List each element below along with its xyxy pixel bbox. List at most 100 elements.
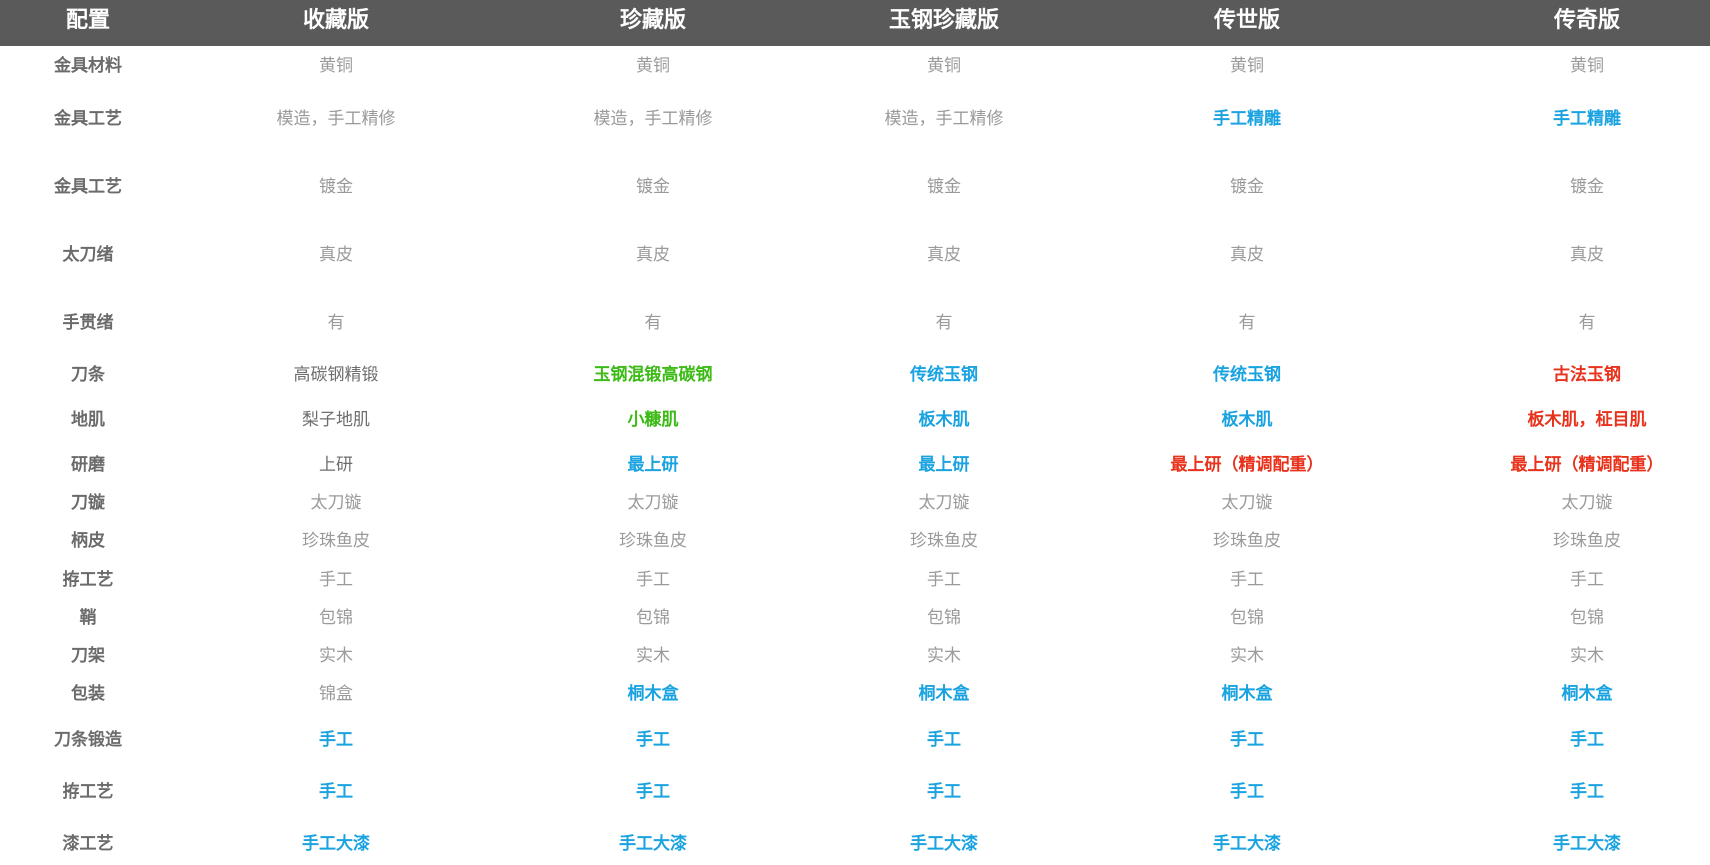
table-cell: 玉钢混锻高碳钢 xyxy=(593,365,713,385)
header-collector-edition: 收藏版 xyxy=(302,8,369,33)
table-cell: 有 xyxy=(327,313,345,333)
table-cell: 传统玉钢 xyxy=(910,365,978,385)
table-cell: 包锦 xyxy=(1570,608,1604,628)
table-row: 拵工艺 手工 手工 手工 手工 手工 xyxy=(0,568,1710,592)
table-cell: 桐木盒 xyxy=(1221,684,1273,704)
row-label: 漆工艺 xyxy=(62,834,114,854)
table-row: 太刀绪 真皮 真皮 真皮 真皮 真皮 xyxy=(0,243,1710,267)
table-cell: 小糠肌 xyxy=(627,410,679,430)
table-cell: 手工 xyxy=(319,730,353,750)
table-cell: 镀金 xyxy=(319,177,353,197)
table-cell: 珍珠鱼皮 xyxy=(302,531,370,551)
table-cell: 手工 xyxy=(927,730,961,750)
table-cell: 手工 xyxy=(1230,730,1264,750)
table-cell: 黄铜 xyxy=(636,56,670,76)
row-label: 刀条 xyxy=(71,365,105,385)
table-cell: 桐木盒 xyxy=(627,684,679,704)
row-label: 鞘 xyxy=(79,608,97,628)
table-cell: 板木肌 xyxy=(1221,410,1273,430)
table-cell: 最上研 xyxy=(918,455,970,475)
table-cell: 手工精雕 xyxy=(1213,109,1281,129)
row-label: 柄皮 xyxy=(71,531,105,551)
table-cell: 手工大漆 xyxy=(302,834,370,854)
table-row: 漆工艺 手工大漆 手工大漆 手工大漆 手工大漆 手工大漆 xyxy=(0,832,1710,856)
table-cell: 手工 xyxy=(636,782,670,802)
row-label: 金具工艺 xyxy=(54,109,122,129)
table-row: 拵工艺 手工 手工 手工 手工 手工 xyxy=(0,780,1710,804)
table-cell: 镀金 xyxy=(1570,177,1604,197)
table-cell: 实木 xyxy=(1570,646,1604,666)
row-label: 刀条锻造 xyxy=(54,730,122,750)
table-cell: 真皮 xyxy=(1570,245,1604,265)
table-row: 柄皮 珍珠鱼皮 珍珠鱼皮 珍珠鱼皮 珍珠鱼皮 珍珠鱼皮 xyxy=(0,529,1710,553)
table-cell: 太刀镟 xyxy=(627,493,679,513)
table-cell: 珍珠鱼皮 xyxy=(910,531,978,551)
table-cell: 太刀镟 xyxy=(918,493,970,513)
table-cell: 太刀镟 xyxy=(310,493,362,513)
table-row: 金具工艺 镀金 镀金 镀金 镀金 镀金 xyxy=(0,175,1710,199)
table-cell: 真皮 xyxy=(319,245,353,265)
table-cell: 手工大漆 xyxy=(1213,834,1281,854)
table-cell: 最上研（精调配重） xyxy=(1510,455,1664,475)
table-cell: 手工 xyxy=(1230,782,1264,802)
table-cell: 包锦 xyxy=(927,608,961,628)
table-cell: 包锦 xyxy=(319,608,353,628)
table-cell: 包锦 xyxy=(1230,608,1264,628)
table-cell: 传统玉钢 xyxy=(1213,365,1281,385)
table-cell: 上研 xyxy=(319,455,353,475)
table-cell: 板木肌，柾目肌 xyxy=(1527,410,1647,430)
table-cell: 模造，手工精修 xyxy=(593,109,713,129)
table-cell: 桐木盒 xyxy=(918,684,970,704)
header-config: 配置 xyxy=(65,8,110,33)
table-row: 刀镟 太刀镟 太刀镟 太刀镟 太刀镟 太刀镟 xyxy=(0,491,1710,515)
row-label: 金具材料 xyxy=(54,56,122,76)
table-cell: 板木肌 xyxy=(918,410,970,430)
table-row: 刀条锻造 手工 手工 手工 手工 手工 xyxy=(0,728,1710,752)
table-cell: 模造，手工精修 xyxy=(276,109,396,129)
table-cell: 珍珠鱼皮 xyxy=(1213,531,1281,551)
table-cell: 太刀镟 xyxy=(1561,493,1613,513)
table-cell: 珍珠鱼皮 xyxy=(1553,531,1621,551)
table-cell: 手工精雕 xyxy=(1553,109,1621,129)
table-row: 研磨 上研 最上研 最上研 最上研（精调配重） 最上研（精调配重） xyxy=(0,453,1710,477)
table-row: 刀架 实木 实木 实木 实木 实木 xyxy=(0,644,1710,668)
row-label: 拵工艺 xyxy=(62,782,114,802)
table-cell: 实木 xyxy=(636,646,670,666)
table-row: 地肌 梨子地肌 小糠肌 板木肌 板木肌 板木肌，柾目肌 xyxy=(0,408,1710,432)
table-cell: 镀金 xyxy=(927,177,961,197)
table-cell: 黄铜 xyxy=(927,56,961,76)
header-tamahagane-treasured-edition: 玉钢珍藏版 xyxy=(888,8,999,33)
table-cell: 最上研 xyxy=(627,455,679,475)
header-treasured-edition: 珍藏版 xyxy=(619,8,686,33)
row-label: 研磨 xyxy=(71,455,105,475)
row-label: 刀镟 xyxy=(71,493,105,513)
table-cell: 实木 xyxy=(319,646,353,666)
table-cell: 锦盒 xyxy=(319,684,353,704)
row-label: 包装 xyxy=(71,684,105,704)
table-cell: 有 xyxy=(935,313,953,333)
row-label: 金具工艺 xyxy=(54,177,122,197)
comparison-table: 配置 收藏版 珍藏版 玉钢珍藏版 传世版 传奇版 金具材料 黄铜 黄铜 黄铜 黄铜 黄铜金… xyxy=(0,0,1710,865)
table-cell: 黄铜 xyxy=(1230,56,1264,76)
table-cell: 黄铜 xyxy=(319,56,353,76)
table-cell: 镀金 xyxy=(636,177,670,197)
table-cell: 手工大漆 xyxy=(910,834,978,854)
table-cell: 最上研（精调配重） xyxy=(1170,455,1324,475)
row-label: 手贯绪 xyxy=(62,313,114,333)
table-cell: 有 xyxy=(1578,313,1596,333)
table-cell: 太刀镟 xyxy=(1221,493,1273,513)
table-cell: 手工 xyxy=(636,730,670,750)
row-label: 太刀绪 xyxy=(62,245,114,265)
table-cell: 手工 xyxy=(319,782,353,802)
table-cell: 手工 xyxy=(1570,782,1604,802)
table-cell: 珍珠鱼皮 xyxy=(619,531,687,551)
table-cell: 高碳钢精锻 xyxy=(293,365,379,385)
table-cell: 手工大漆 xyxy=(619,834,687,854)
table-cell: 手工 xyxy=(636,570,670,590)
table-header: 配置 收藏版 珍藏版 玉钢珍藏版 传世版 传奇版 xyxy=(0,0,1710,46)
table-row: 刀条 高碳钢精锻 玉钢混锻高碳钢 传统玉钢 传统玉钢 古法玉钢 xyxy=(0,363,1710,387)
table-cell: 手工 xyxy=(927,782,961,802)
table-cell: 桐木盒 xyxy=(1561,684,1613,704)
table-cell: 有 xyxy=(644,313,662,333)
table-cell: 有 xyxy=(1238,313,1256,333)
